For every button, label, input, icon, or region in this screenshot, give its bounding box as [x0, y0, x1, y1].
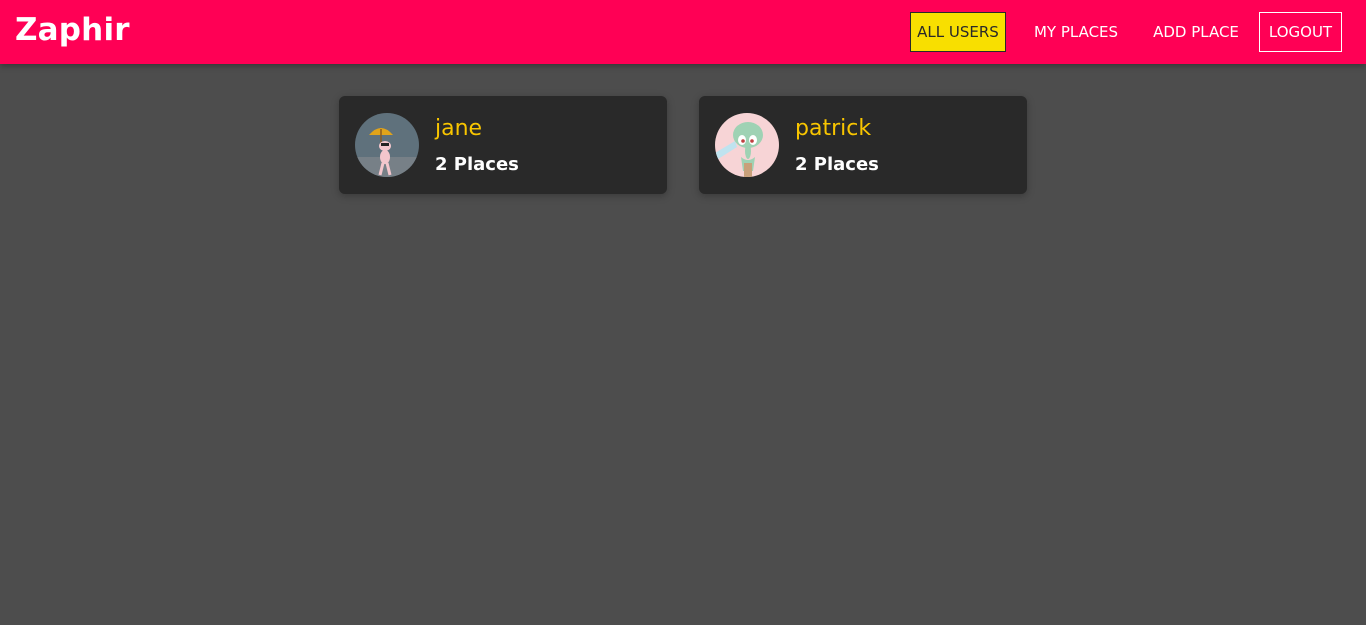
logout-button[interactable]: LOGOUT [1259, 12, 1342, 52]
user-card-patrick[interactable]: patrick 2 Places [699, 96, 1027, 194]
place-count: 2 Places [435, 154, 519, 175]
brand-title[interactable]: Zaphir [15, 12, 130, 48]
user-avatar-jane [355, 113, 419, 177]
squidward-avatar-icon [715, 113, 779, 177]
user-card-jane[interactable]: jane 2 Places [339, 96, 667, 194]
umbrella-character-avatar-icon [355, 113, 419, 177]
nav-my-places[interactable]: MY PLACES [1026, 12, 1126, 52]
nav-add-place[interactable]: ADD PLACE [1146, 12, 1246, 52]
user-name: jane [435, 116, 483, 141]
main-header: Zaphir ALL USERS MY PLACES ADD PLACE LOG… [0, 0, 1366, 64]
user-name: patrick [795, 116, 872, 141]
place-count: 2 Places [795, 154, 879, 175]
nav-all-users[interactable]: ALL USERS [910, 12, 1006, 52]
user-avatar-patrick [715, 113, 779, 177]
